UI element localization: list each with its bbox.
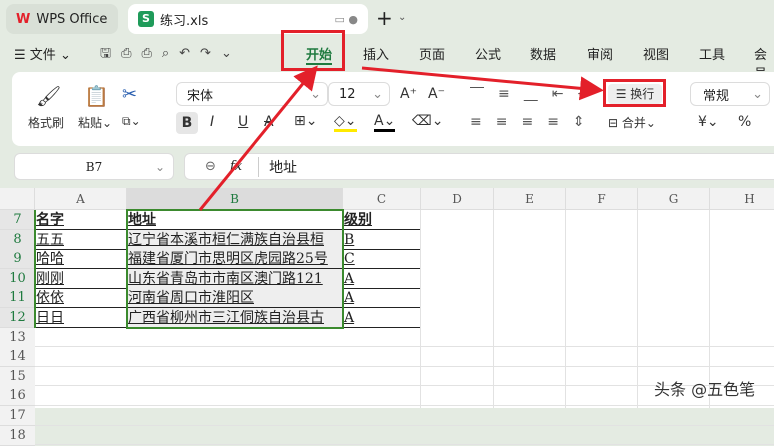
gridline [35, 444, 774, 446]
highlight-home-tab [281, 30, 345, 71]
watermark: 头条 @五色笔 [654, 380, 756, 399]
annotation-arrows [198, 65, 604, 211]
gridline [35, 424, 774, 426]
row-header[interactable]: 18 [0, 425, 35, 446]
highlight-wrap-button [603, 79, 666, 107]
row-header[interactable]: 17 [0, 406, 35, 426]
